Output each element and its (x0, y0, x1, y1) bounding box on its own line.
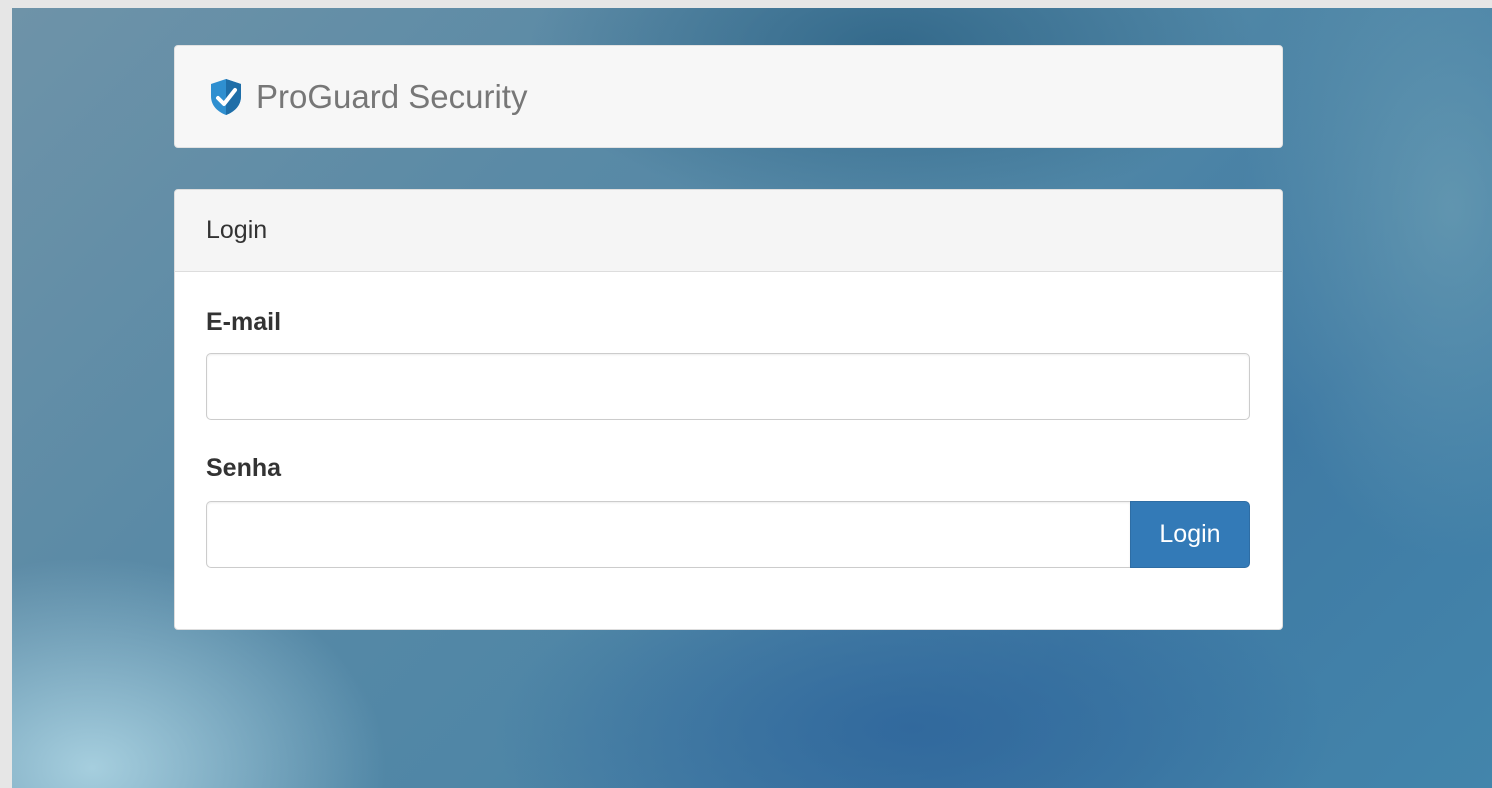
login-panel: Login E-mail Senha Login (174, 189, 1283, 630)
login-button[interactable]: Login (1130, 501, 1250, 568)
brand-header: ProGuard Security (174, 45, 1283, 148)
password-input-group: Login (206, 501, 1250, 568)
brand-name: ProGuard Security (256, 77, 528, 115)
password-label: Senha (206, 454, 282, 482)
email-input[interactable] (206, 353, 1250, 420)
password-input[interactable] (206, 501, 1130, 568)
shield-icon (208, 77, 244, 117)
email-label: E-mail (206, 308, 282, 336)
panel-heading: Login (175, 190, 1282, 272)
